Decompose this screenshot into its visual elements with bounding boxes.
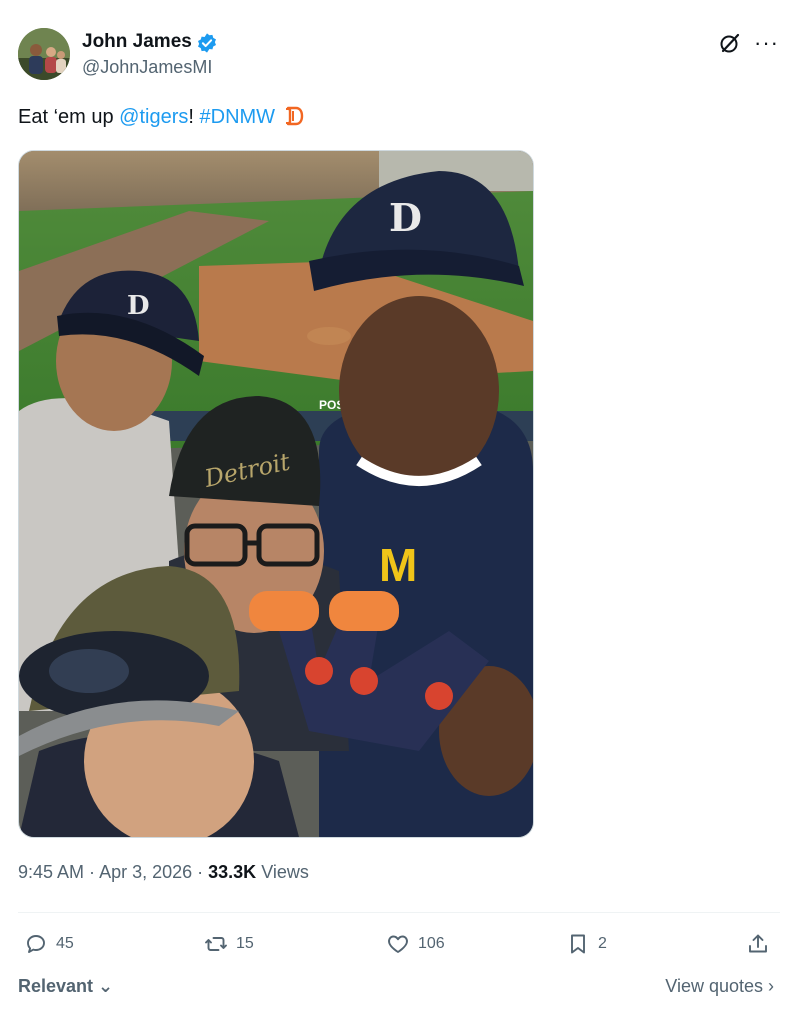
selfie-image: POS D M D Detroit xyxy=(19,151,533,837)
tweet-text-mid: ! xyxy=(188,106,200,128)
man-cap-logo: D xyxy=(389,195,422,240)
tweet-meta: 9:45 AM · Apr 3, 2026 · 33.3K Views xyxy=(18,862,309,883)
boy-cap-logo: D xyxy=(127,291,150,321)
bookmark-icon xyxy=(571,934,585,954)
repost-button[interactable]: 15 xyxy=(204,930,254,958)
view-quotes-label: View quotes xyxy=(665,976,763,996)
author-avatar[interactable] xyxy=(18,28,70,80)
meta-separator: · xyxy=(84,862,100,882)
verified-badge-icon xyxy=(198,33,216,53)
author-handle[interactable]: @JohnJamesMI xyxy=(82,57,212,78)
repost-count: 15 xyxy=(236,935,254,952)
sort-label: Relevant xyxy=(18,976,94,996)
grok-icon[interactable] xyxy=(718,31,742,55)
tweet-text-prefix: Eat ‘em up xyxy=(18,106,120,128)
views-label: Views xyxy=(256,862,309,882)
reply-icon xyxy=(27,935,45,953)
reply-button[interactable]: 45 xyxy=(24,930,74,958)
share-icon xyxy=(749,934,767,953)
meta-separator: · xyxy=(192,862,209,882)
tweet-time[interactable]: 9:45 AM xyxy=(18,862,84,882)
repost-icon xyxy=(205,937,227,951)
bookmark-count: 2 xyxy=(598,935,607,952)
author-name[interactable]: John James xyxy=(82,31,192,53)
tweet-photo[interactable]: POS D M D Detroit xyxy=(18,150,534,838)
heart-icon xyxy=(388,935,408,953)
avatar-photo xyxy=(18,28,70,80)
views-count: 33.3K xyxy=(208,862,257,882)
more-options-icon[interactable]: ··· xyxy=(754,30,779,56)
bookmark-button[interactable]: 2 xyxy=(566,930,607,958)
sort-replies-dropdown[interactable]: Relevant ⌄ xyxy=(18,976,113,997)
reply-count: 45 xyxy=(56,935,74,952)
tigers-d-logo-icon xyxy=(285,106,303,126)
mention-link[interactable]: @tigers xyxy=(119,106,188,128)
chevron-down-icon: ⌄ xyxy=(93,976,114,996)
divider xyxy=(18,912,780,913)
tweet-text: Eat ‘em up @tigers! #DNMW xyxy=(18,104,305,130)
tweet-date[interactable]: Apr 3, 2026 xyxy=(99,862,192,882)
chevron-right-icon: › xyxy=(763,976,774,996)
like-button[interactable]: 106 xyxy=(386,930,445,958)
like-count: 106 xyxy=(418,935,445,952)
shirt-logo: M xyxy=(379,539,417,591)
hashtag-link[interactable]: #DNMW xyxy=(200,106,276,128)
share-button[interactable] xyxy=(746,930,778,958)
view-quotes-link[interactable]: View quotes › xyxy=(665,976,774,997)
